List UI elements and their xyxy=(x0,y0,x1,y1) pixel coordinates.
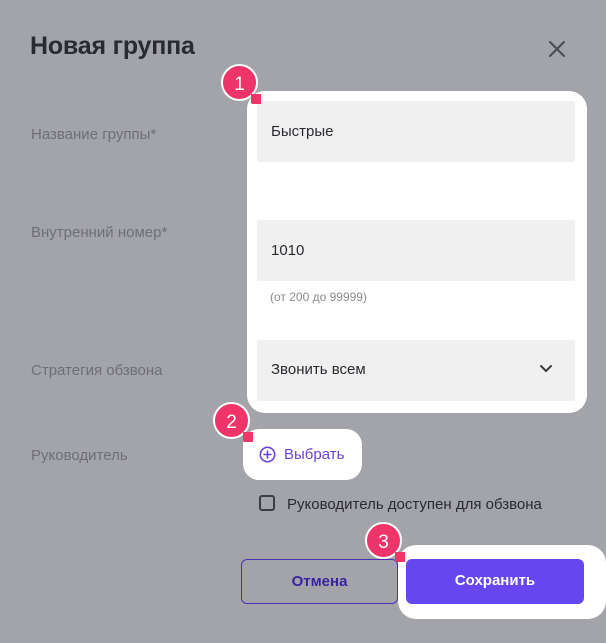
chevron-down-icon xyxy=(540,365,552,372)
plus-circle-icon xyxy=(259,446,276,463)
step-marker-1: 1 xyxy=(221,64,261,104)
strategy-label: Стратегия обзвона xyxy=(31,362,163,379)
checkbox-icon[interactable] xyxy=(259,495,275,511)
extension-hint: (от 200 до 99999) xyxy=(270,290,367,304)
page-title: Новая группа xyxy=(30,32,195,60)
step-marker-3: 3 xyxy=(365,522,405,562)
choose-manager-button[interactable]: Выбрать xyxy=(243,429,362,480)
group-name-label: Название группы* xyxy=(31,126,157,143)
choose-manager-label: Выбрать xyxy=(284,446,345,463)
strategy-select[interactable]: Звонить всем xyxy=(257,340,575,401)
manager-label: Руководитель xyxy=(31,447,128,464)
close-icon[interactable] xyxy=(544,36,570,62)
step-marker-2: 2 xyxy=(213,402,253,442)
extension-label: Внутренний номер* xyxy=(31,224,168,241)
save-button[interactable]: Сохранить xyxy=(406,559,584,604)
save-button-label: Сохранить xyxy=(454,572,536,589)
cancel-button[interactable]: Отмена xyxy=(241,559,398,604)
extension-input[interactable] xyxy=(257,220,575,281)
cancel-button-label: Отмена xyxy=(291,573,348,590)
group-name-input[interactable] xyxy=(257,101,575,162)
strategy-select-value: Звонить всем xyxy=(271,361,366,378)
manager-available-label[interactable]: Руководитель доступен для обзвона xyxy=(287,496,542,513)
